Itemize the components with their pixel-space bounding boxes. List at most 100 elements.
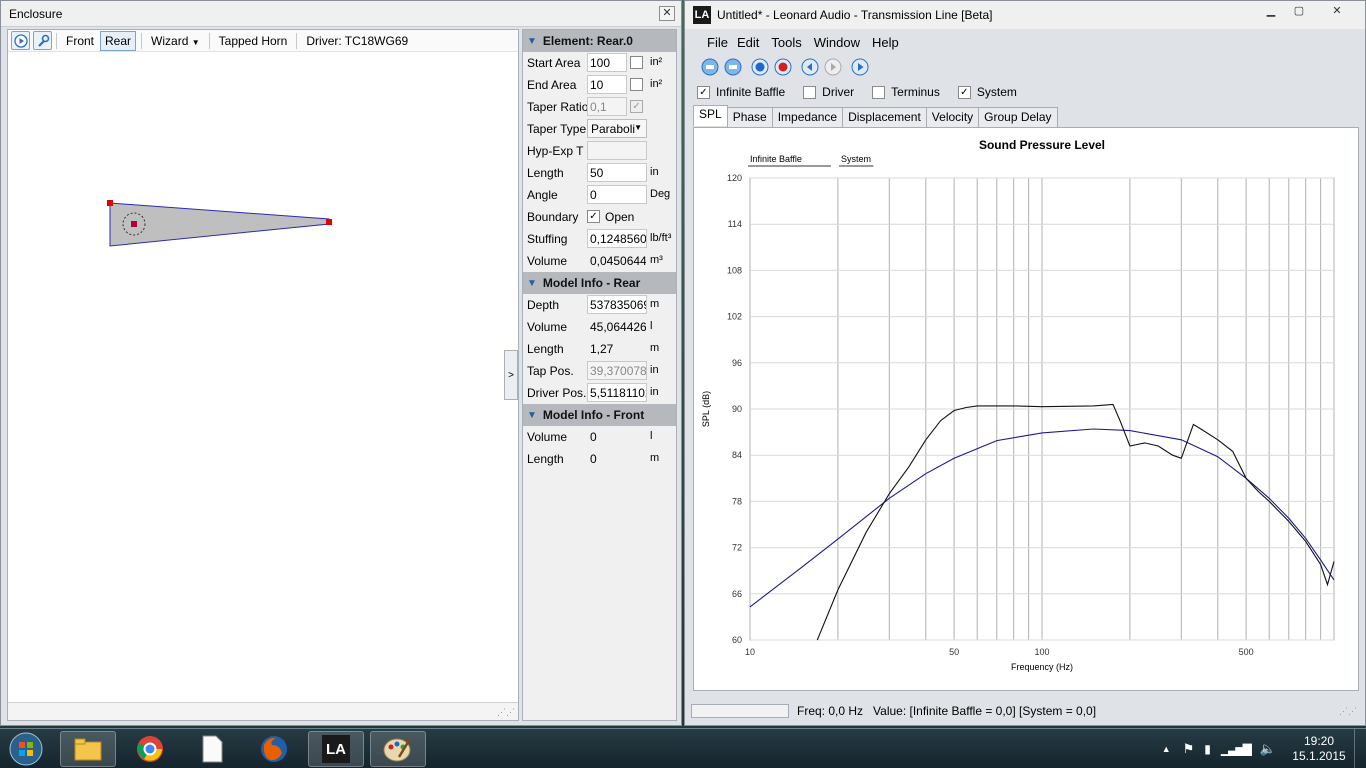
resize-grip-icon[interactable]: ⋰⋰	[1339, 706, 1357, 717]
record-red-icon[interactable]	[774, 58, 792, 76]
collapse-panel-button[interactable]: >	[504, 350, 518, 400]
taper-ratio-input: 0,1	[587, 97, 627, 116]
driver-checkbox[interactable]	[803, 85, 817, 99]
status-frequency: Freq: 0,0 Hz	[797, 704, 864, 718]
front-length-label: Length	[527, 452, 564, 466]
taskbar: LA ▲ ⚑ ▮ ▁▃▅▇ 🔈 19:20 15.1.2015	[0, 728, 1366, 768]
x-tick-label: 100	[1034, 647, 1049, 657]
model-rear-section-header[interactable]: ▼ Model Info - Rear	[523, 272, 676, 294]
tab-spl[interactable]: SPL	[693, 105, 728, 126]
start-area-row: Start Area 100 in²	[523, 52, 676, 74]
menu-help[interactable]: Help	[872, 35, 911, 50]
toolbar-separator	[141, 32, 143, 49]
chevron-down-icon: ▼	[191, 37, 200, 47]
show-hidden-icons-icon[interactable]: ▲	[1162, 744, 1171, 754]
new-file-icon[interactable]	[701, 58, 719, 76]
network-signal-icon[interactable]: ▁▃▅▇	[1221, 742, 1252, 756]
element-section-header[interactable]: ▼ Element: Rear.0	[523, 30, 676, 52]
boundary-open-checkbox[interactable]: ✓	[587, 210, 600, 223]
taskbar-notepad[interactable]	[184, 731, 240, 767]
start-handle[interactable]	[107, 200, 113, 206]
model-front-header: Model Info - Front	[542, 408, 645, 422]
minimize-icon[interactable]: ▁	[1259, 4, 1283, 20]
enclosure-canvas[interactable]	[8, 53, 518, 703]
power-icon[interactable]: ▮	[1204, 742, 1211, 756]
tab-group-delay[interactable]: Group Delay	[978, 107, 1058, 127]
record-blue-icon[interactable]	[751, 58, 769, 76]
menu-file[interactable]: File	[707, 35, 728, 50]
end-handle[interactable]	[326, 219, 332, 225]
wrench-icon[interactable]	[33, 31, 52, 50]
enclosure-statusbar: ⋰⋰	[8, 702, 518, 720]
step-back-icon[interactable]	[801, 58, 819, 76]
close-icon[interactable]: ✕	[1319, 4, 1355, 20]
menu-window[interactable]: Window	[814, 35, 872, 50]
tab-phase[interactable]: Phase	[726, 107, 773, 127]
volume-icon[interactable]: 🔈	[1260, 741, 1276, 757]
enclosure-title: Enclosure	[9, 6, 63, 21]
taskbar-firefox[interactable]	[246, 731, 302, 767]
leonard-audio-logo-icon: LA	[322, 735, 350, 763]
front-length-value: 0	[590, 452, 597, 466]
taper-type-label: Taper Type	[527, 122, 587, 136]
start-area-checkbox[interactable]	[630, 56, 643, 69]
tab-velocity[interactable]: Velocity	[925, 107, 980, 127]
plot-tabs: SPL Phase Impedance Displacement Velocit…	[693, 105, 1058, 127]
close-icon[interactable]: ✕	[659, 6, 675, 21]
taskbar-explorer[interactable]	[60, 731, 116, 767]
start-area-label: Start Area	[527, 56, 581, 70]
length-unit: in	[650, 166, 659, 178]
infinite-baffle-checkbox[interactable]: ✓	[697, 85, 710, 99]
spl-chart[interactable]: 60 66 72 78 84 90 96 102 108 114 120 10 50 100 500 Soun…	[694, 128, 1358, 690]
play-icon[interactable]	[11, 31, 30, 50]
tab-displacement[interactable]: Displacement	[842, 107, 927, 127]
taskbar-paint[interactable]	[370, 731, 426, 767]
horn-section-shape[interactable]	[109, 202, 330, 247]
taper-type-select[interactable]: Paraboli ▼	[587, 119, 647, 138]
length-input[interactable]: 50	[587, 163, 647, 182]
angle-unit: Deg	[650, 188, 671, 200]
start-button[interactable]	[0, 731, 52, 767]
x-tick-label: 50	[949, 647, 959, 657]
model-rear-header: Model Info - Rear	[542, 276, 641, 290]
driver-label: Driver: TC18WG69	[306, 33, 409, 48]
legend-entry-system[interactable]: System	[841, 154, 871, 164]
infinite-baffle-label: Infinite Baffle	[716, 85, 786, 99]
legend-entry-infinite-baffle[interactable]: Infinite Baffle	[750, 154, 802, 164]
taskbar-leonard-audio[interactable]: LA	[308, 731, 364, 767]
stuffing-input[interactable]: 0,12485602	[587, 229, 647, 248]
menu-edit[interactable]: Edit	[737, 35, 771, 50]
model-front-section-header[interactable]: ▼ Model Info - Front	[523, 404, 676, 426]
terminus-checkbox[interactable]	[872, 85, 886, 99]
enclosure-titlebar: Enclosure ✕	[1, 1, 681, 27]
taskbar-chrome[interactable]	[122, 731, 178, 767]
maximize-icon[interactable]: ▢	[1287, 4, 1311, 20]
tab-impedance[interactable]: Impedance	[771, 107, 844, 127]
resize-grip-icon[interactable]: ⋰⋰	[497, 707, 515, 718]
driver-pos-input[interactable]: 5,51181102	[587, 383, 647, 402]
angle-input[interactable]: 0	[587, 185, 647, 204]
depth-value: 537835069	[587, 295, 647, 314]
show-desktop-button[interactable]	[1354, 729, 1366, 768]
y-tick-label: 102	[727, 312, 742, 322]
length-label: Length	[527, 166, 564, 180]
menu-tools[interactable]: Tools	[771, 35, 813, 50]
end-area-checkbox[interactable]	[630, 78, 643, 91]
rear-button[interactable]: Rear	[100, 30, 137, 51]
stuffing-unit: lb/ft³	[650, 232, 672, 244]
volume-label: Volume	[527, 254, 568, 268]
end-area-input[interactable]: 10	[587, 75, 627, 94]
clock[interactable]: 19:20 15.1.2015	[1284, 734, 1354, 764]
front-button[interactable]: Front	[62, 32, 98, 50]
collapse-triangle-icon: ▼	[527, 35, 537, 47]
y-tick-label: 90	[732, 404, 742, 414]
clock-date: 15.1.2015	[1292, 749, 1346, 763]
system-checkbox[interactable]: ✓	[957, 85, 971, 99]
play-icon[interactable]	[851, 58, 869, 76]
wizard-dropdown[interactable]: Wizard ▼	[147, 32, 204, 50]
open-file-icon[interactable]	[724, 58, 742, 76]
progress-bar	[691, 704, 789, 718]
action-center-flag-icon[interactable]: ⚑	[1183, 741, 1195, 757]
taper-ratio-label: Taper Ratio	[527, 100, 589, 114]
start-area-input[interactable]: 100	[587, 53, 627, 72]
